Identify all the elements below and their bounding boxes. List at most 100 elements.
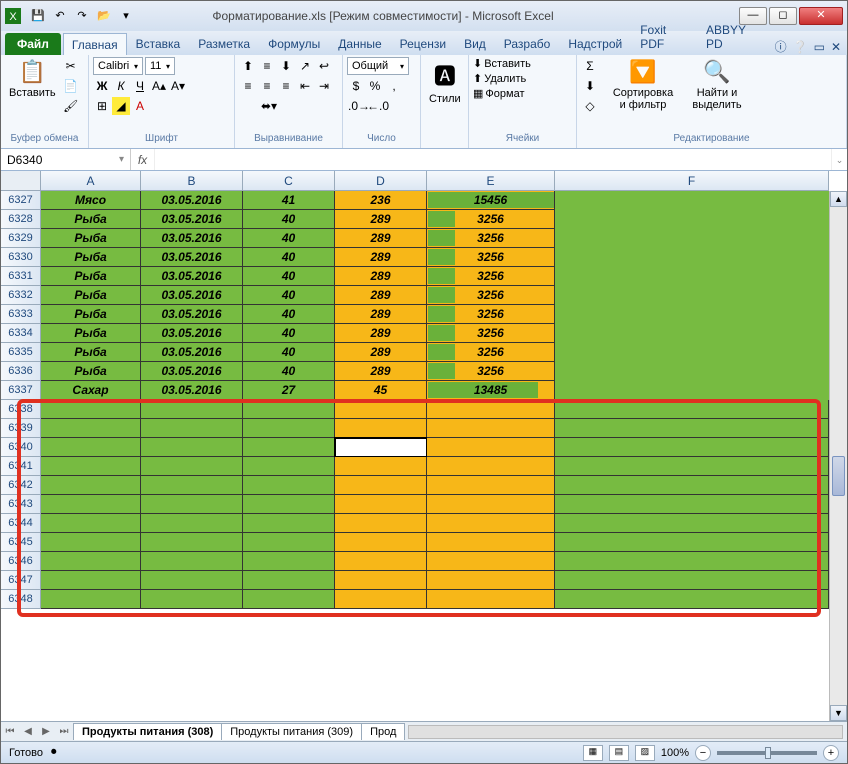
comma-icon[interactable]: ,	[385, 77, 403, 95]
cell[interactable]: 289	[335, 362, 427, 381]
cell[interactable]: 3256	[427, 229, 555, 248]
cell[interactable]	[427, 400, 555, 419]
row-header[interactable]: 6327	[1, 191, 41, 210]
cell[interactable]	[141, 552, 243, 571]
cell[interactable]	[555, 400, 829, 419]
cell[interactable]	[243, 438, 335, 457]
cell[interactable]	[243, 514, 335, 533]
cell[interactable]: 40	[243, 362, 335, 381]
align-top-icon[interactable]: ⬆	[239, 57, 257, 75]
cell[interactable]	[141, 571, 243, 590]
cell[interactable]	[243, 400, 335, 419]
ribbon-minimize-icon[interactable]: ⓘ	[775, 38, 787, 55]
cell[interactable]: Сахар	[41, 381, 141, 400]
cell[interactable]	[243, 571, 335, 590]
cell[interactable]	[141, 419, 243, 438]
cell[interactable]	[335, 552, 427, 571]
increase-decimal-icon[interactable]: .0→	[347, 97, 365, 115]
cell[interactable]: 45	[335, 381, 427, 400]
cell[interactable]: 3256	[427, 286, 555, 305]
cell[interactable]	[335, 590, 427, 609]
cell[interactable]: 289	[335, 324, 427, 343]
row-header[interactable]: 6332	[1, 286, 41, 305]
cell[interactable]	[555, 324, 829, 343]
maximize-button[interactable]: ◻	[769, 7, 797, 25]
cell[interactable]: 03.05.2016	[141, 248, 243, 267]
qat-undo-icon[interactable]: ↶	[51, 7, 69, 25]
align-left-icon[interactable]: ≡	[239, 77, 257, 95]
cell[interactable]	[335, 438, 427, 457]
cell[interactable]: 289	[335, 210, 427, 229]
cell[interactable]	[555, 248, 829, 267]
col-header-a[interactable]: A	[41, 171, 141, 191]
cell[interactable]: 03.05.2016	[141, 324, 243, 343]
view-normal-icon[interactable]: ▦	[583, 745, 603, 761]
cell[interactable]	[41, 400, 141, 419]
row-header[interactable]: 6346	[1, 552, 41, 571]
tab-developer[interactable]: Разрабо	[495, 32, 560, 55]
cell[interactable]: 40	[243, 286, 335, 305]
merge-button[interactable]: ⬌▾	[239, 97, 299, 115]
cell[interactable]	[141, 438, 243, 457]
underline-button[interactable]: Ч	[131, 77, 149, 95]
cell[interactable]: 03.05.2016	[141, 191, 243, 210]
cell[interactable]: 40	[243, 210, 335, 229]
paste-button[interactable]: 📋 Вставить	[5, 57, 60, 101]
cell[interactable]	[427, 419, 555, 438]
cell[interactable]	[555, 552, 829, 571]
formula-input[interactable]	[155, 149, 831, 170]
cell[interactable]: 3256	[427, 305, 555, 324]
cell[interactable]: Рыба	[41, 286, 141, 305]
autosum-icon[interactable]: Σ	[581, 57, 599, 75]
cell[interactable]	[427, 590, 555, 609]
row-header[interactable]: 6333	[1, 305, 41, 324]
font-grow-icon[interactable]: A▴	[150, 77, 168, 95]
orientation-icon[interactable]: ↗	[296, 57, 314, 75]
qat-redo-icon[interactable]: ↷	[73, 7, 91, 25]
row-header[interactable]: 6342	[1, 476, 41, 495]
font-color-button[interactable]: A	[131, 97, 149, 115]
cell[interactable]	[141, 400, 243, 419]
cell[interactable]	[555, 229, 829, 248]
row-header[interactable]: 6339	[1, 419, 41, 438]
cell[interactable]: 03.05.2016	[141, 267, 243, 286]
name-box[interactable]: D6340▾	[1, 149, 131, 170]
tab-insert[interactable]: Вставка	[127, 32, 190, 55]
cell[interactable]: 289	[335, 267, 427, 286]
scroll-up-icon[interactable]: ▲	[830, 191, 847, 207]
cell[interactable]: Рыба	[41, 305, 141, 324]
percent-icon[interactable]: %	[366, 77, 384, 95]
format-cells-button[interactable]: ▦Формат	[473, 87, 524, 100]
fill-color-button[interactable]: ◢	[112, 97, 130, 115]
qat-open-icon[interactable]: 📂	[95, 7, 113, 25]
cell[interactable]	[243, 590, 335, 609]
cell[interactable]	[335, 533, 427, 552]
cell[interactable]: Рыба	[41, 324, 141, 343]
cell[interactable]	[243, 476, 335, 495]
sheet-tab[interactable]: Прод	[361, 723, 405, 740]
cell[interactable]	[555, 457, 829, 476]
cell[interactable]	[335, 571, 427, 590]
cell[interactable]: 03.05.2016	[141, 362, 243, 381]
sheet-nav-next-icon[interactable]: ▶	[37, 726, 55, 737]
cell[interactable]	[427, 457, 555, 476]
sheet-nav-prev-icon[interactable]: ◀	[19, 726, 37, 737]
qat-more-icon[interactable]: ▾	[117, 7, 135, 25]
decrease-decimal-icon[interactable]: ←.0	[366, 97, 384, 115]
row-header[interactable]: 6328	[1, 210, 41, 229]
cell[interactable]	[555, 267, 829, 286]
cell[interactable]	[141, 476, 243, 495]
borders-button[interactable]: ⊞	[93, 97, 111, 115]
cell[interactable]	[427, 438, 555, 457]
cell[interactable]: 03.05.2016	[141, 229, 243, 248]
cell[interactable]	[427, 533, 555, 552]
sheet-tab[interactable]: Продукты питания (309)	[221, 723, 362, 740]
indent-dec-icon[interactable]: ⇤	[296, 77, 314, 95]
zoom-slider[interactable]	[717, 751, 817, 755]
tab-layout[interactable]: Разметка	[189, 32, 259, 55]
align-middle-icon[interactable]: ≡	[258, 57, 276, 75]
sheet-tab-active[interactable]: Продукты питания (308)	[73, 723, 222, 740]
row-header[interactable]: 6341	[1, 457, 41, 476]
row-header[interactable]: 6336	[1, 362, 41, 381]
cell[interactable]	[427, 514, 555, 533]
